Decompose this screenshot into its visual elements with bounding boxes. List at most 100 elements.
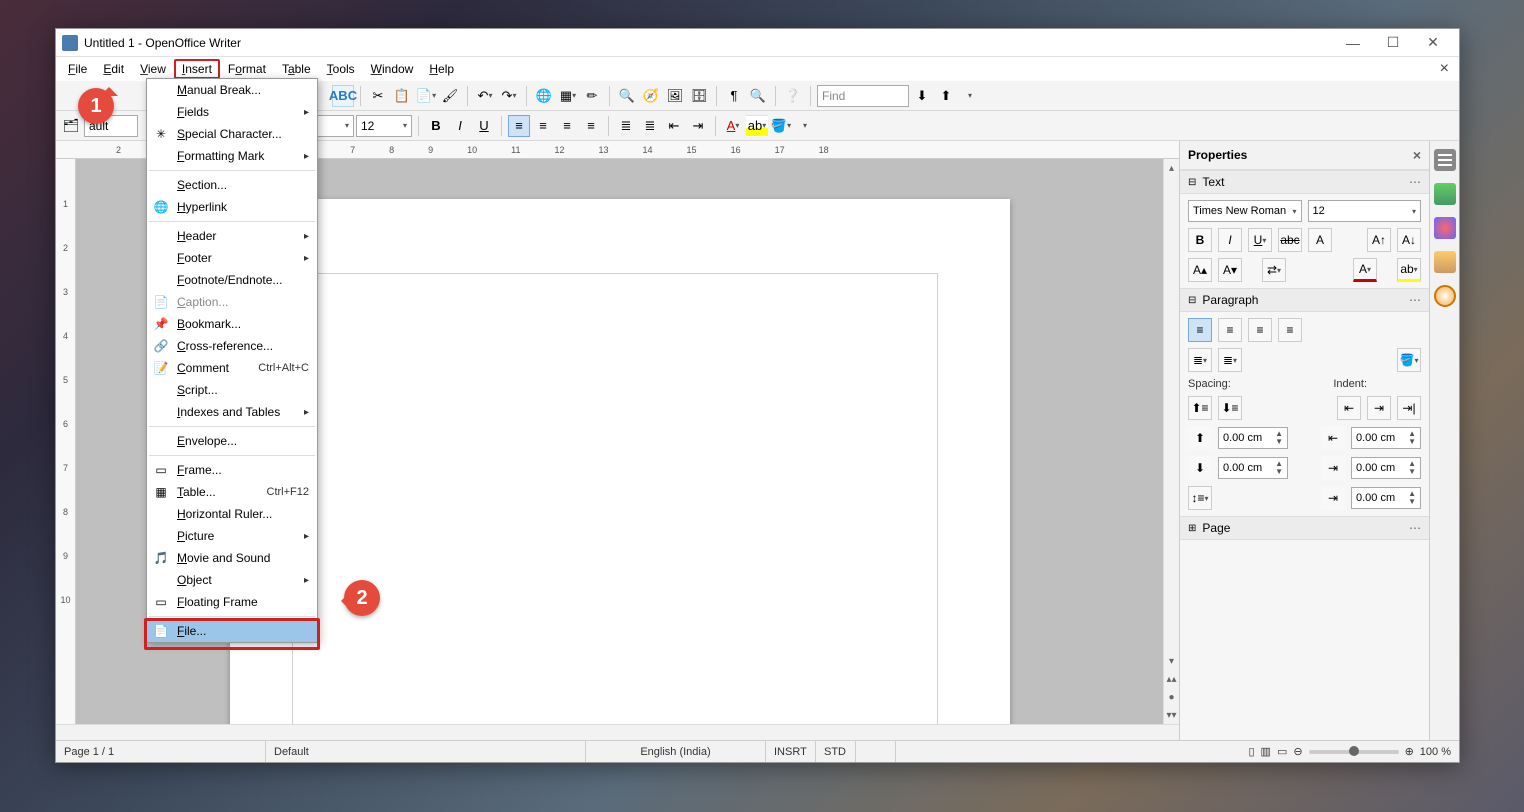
paragraph-section-header[interactable]: ⊟ Paragraph ⋯ (1180, 288, 1429, 312)
gallery-icon[interactable]: 🖼 (664, 85, 686, 107)
next-page-icon[interactable]: ▾▾ (1164, 706, 1179, 724)
panel-align-justify[interactable]: ≡ (1278, 318, 1302, 342)
first-line-field[interactable]: 0.00 cm▲▼ (1351, 487, 1421, 509)
dec-indent-icon[interactable]: ⇥ (1367, 396, 1391, 420)
insert-menu-horizontal-ruler[interactable]: Horizontal Ruler... (147, 503, 317, 525)
menu-table[interactable]: Table (274, 59, 319, 79)
zoom-in-icon[interactable]: ⊕ (1405, 745, 1414, 758)
insert-menu-envelope[interactable]: Envelope... (147, 430, 317, 452)
panel-highlight-button[interactable]: ab▾ (1397, 258, 1421, 282)
insert-menu-formatting-mark[interactable]: Formatting Mark▸ (147, 145, 317, 167)
menu-insert[interactable]: Insert (174, 59, 220, 79)
insert-menu-indexes-and-tables[interactable]: Indexes and Tables▸ (147, 401, 317, 423)
status-language[interactable]: English (India) (586, 741, 766, 762)
panel-align-right[interactable]: ≡ (1248, 318, 1272, 342)
above-spacing-field[interactable]: 0.00 cm▲▼ (1218, 427, 1288, 449)
inc-indent-icon[interactable]: ⇤ (1337, 396, 1361, 420)
font-color-button[interactable]: A▾ (722, 115, 744, 137)
panel-strike-button[interactable]: abc (1278, 228, 1302, 252)
panel-font-select[interactable]: Times New Roman▾ (1188, 200, 1302, 222)
find-prev-icon[interactable]: ⬆ (935, 85, 957, 107)
hyperlink-icon[interactable]: 🌐 (533, 85, 555, 107)
insert-menu-bookmark[interactable]: 📌Bookmark... (147, 313, 317, 335)
right-indent-icon[interactable]: ⇥ (1321, 456, 1345, 480)
find-input[interactable]: Find (817, 85, 909, 107)
insert-menu-floating-frame[interactable]: ▭Floating Frame (147, 591, 317, 613)
insert-menu-script[interactable]: Script... (147, 379, 317, 401)
right-indent-field[interactable]: 0.00 cm▲▼ (1351, 457, 1421, 479)
close-button[interactable]: ✕ (1413, 30, 1453, 56)
numbered-list-button[interactable]: ≣ (615, 115, 637, 137)
highlight-button[interactable]: ab▾ (746, 115, 768, 137)
draw-icon[interactable]: ✏ (581, 85, 603, 107)
insert-menu-object[interactable]: Object▸ (147, 569, 317, 591)
gallery-tab-icon[interactable] (1434, 251, 1456, 273)
insert-menu-frame[interactable]: ▭Frame... (147, 459, 317, 481)
insert-menu-manual-break[interactable]: Manual Break... (147, 79, 317, 101)
below-spacing-icon[interactable]: ⬇ (1188, 456, 1212, 480)
help-icon[interactable]: ❔ (782, 85, 804, 107)
hanging-indent-icon[interactable]: ⇥| (1397, 396, 1421, 420)
below-spacing-field[interactable]: 0.00 cm▲▼ (1218, 457, 1288, 479)
bg-color-button[interactable]: 🪣▾ (770, 115, 792, 137)
align-right-button[interactable]: ≡ (556, 115, 578, 137)
menu-help[interactable]: Help (421, 59, 462, 79)
insert-menu-caption[interactable]: 📄Caption... (147, 291, 317, 313)
undo-icon[interactable]: ↶▾ (474, 85, 496, 107)
zoom-value[interactable]: 100 % (1420, 746, 1451, 758)
cut-icon[interactable]: ✂ (367, 85, 389, 107)
inc-spacing-icon[interactable]: ⬆≡ (1188, 396, 1212, 420)
menu-window[interactable]: Window (363, 59, 422, 79)
paste-icon[interactable]: 📄▾ (415, 85, 437, 107)
toolbar-dropdown-icon[interactable]: ▾ (959, 85, 981, 107)
spellcheck-icon[interactable]: ABC (332, 85, 354, 107)
panel-sub-button[interactable]: A↓ (1397, 228, 1421, 252)
panel-align-center[interactable]: ≡ (1218, 318, 1242, 342)
view-multi-icon[interactable]: ▥ (1261, 745, 1271, 758)
scroll-down-icon[interactable]: ▾ (1164, 652, 1179, 670)
panel-italic-button[interactable]: I (1218, 228, 1242, 252)
prev-page-icon[interactable]: ▴▴ (1164, 670, 1179, 688)
horizontal-scrollbar[interactable] (56, 724, 1179, 740)
font-size-select[interactable]: 12 ▾ (356, 115, 412, 137)
view-book-icon[interactable]: ▭ (1277, 745, 1287, 758)
text-section-header[interactable]: ⊟ Text ⋯ (1180, 170, 1429, 194)
insert-menu-table[interactable]: ▦Table...Ctrl+F12 (147, 481, 317, 503)
menu-edit[interactable]: Edit (95, 59, 132, 79)
status-page[interactable]: Page 1 / 1 (56, 741, 266, 762)
panel-size-select[interactable]: 12▾ (1308, 200, 1422, 222)
insert-menu-footer[interactable]: Footer▸ (147, 247, 317, 269)
maximize-button[interactable]: ☐ (1373, 30, 1413, 56)
insert-menu-movie-and-sound[interactable]: 🎵Movie and Sound (147, 547, 317, 569)
above-spacing-icon[interactable]: ⬆ (1188, 426, 1212, 450)
line-spacing-button[interactable]: ↕≡▾ (1188, 486, 1212, 510)
page-section-header[interactable]: ⊞ Page ⋯ (1180, 516, 1429, 540)
status-insert[interactable]: INSRT (766, 741, 816, 762)
panel-super-button[interactable]: A↑ (1367, 228, 1391, 252)
left-indent-icon[interactable]: ⇤ (1321, 426, 1345, 450)
panel-bgcolor-button[interactable]: 🪣▾ (1397, 348, 1421, 372)
first-line-icon[interactable]: ⇥ (1321, 486, 1345, 510)
panel-shrink-button[interactable]: A▾ (1218, 258, 1242, 282)
panel-underline-button[interactable]: U▾ (1248, 228, 1272, 252)
insert-menu-section[interactable]: Section... (147, 174, 317, 196)
align-center-button[interactable]: ≡ (532, 115, 554, 137)
panel-font-color-button[interactable]: A▾ (1353, 258, 1377, 282)
minimize-button[interactable]: — (1333, 30, 1373, 56)
status-selection[interactable]: STD (816, 741, 856, 762)
panel-number-button[interactable]: ≣▾ (1218, 348, 1242, 372)
underline-button[interactable]: U (473, 115, 495, 137)
increase-indent-button[interactable]: ⇥ (687, 115, 709, 137)
panel-bullet-button[interactable]: ≣▾ (1188, 348, 1212, 372)
panel-bold-button[interactable]: B (1188, 228, 1212, 252)
insert-menu-fields[interactable]: Fields▸ (147, 101, 317, 123)
toolbar2-dropdown-icon[interactable]: ▾ (794, 115, 816, 137)
zoom-out-icon[interactable]: ⊖ (1293, 745, 1302, 758)
copy-icon[interactable]: 📋 (391, 85, 413, 107)
bold-button[interactable]: B (425, 115, 447, 137)
align-left-button[interactable]: ≡ (508, 115, 530, 137)
panel-shadow-button[interactable]: A (1308, 228, 1332, 252)
scroll-up-icon[interactable]: ▴ (1164, 159, 1179, 177)
insert-menu-hyperlink[interactable]: 🌐Hyperlink (147, 196, 317, 218)
insert-menu-file[interactable]: 📄File... (147, 620, 317, 642)
